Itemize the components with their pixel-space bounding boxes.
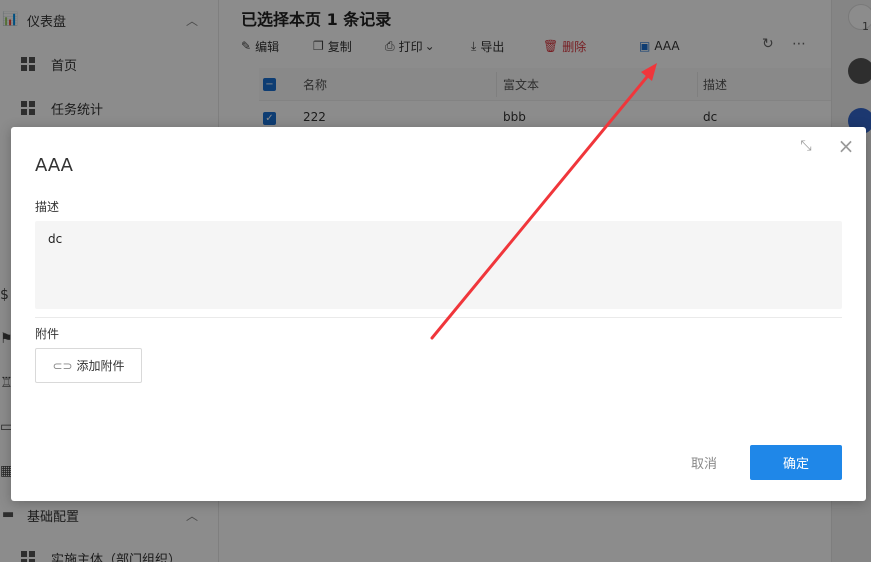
confirm-button[interactable]: 确定 (750, 445, 842, 480)
dialog-title: AAA (35, 155, 73, 176)
cancel-button[interactable]: 取消 (675, 445, 733, 480)
collapse-icon[interactable]: ⤡ (797, 137, 815, 155)
aaa-dialog: AAA ⤡ × 描述 dc 附件 ⊂⊃ 添加附件 取消 确定 (11, 127, 866, 501)
paperclip-icon: ⊂⊃ (52, 358, 73, 373)
add-attachment-label: 添加附件 (76, 359, 125, 373)
add-attachment-button[interactable]: ⊂⊃ 添加附件 (35, 348, 142, 383)
desc-field[interactable]: dc (35, 221, 842, 309)
close-icon[interactable]: × (836, 136, 856, 156)
divider (35, 317, 842, 318)
attachment-label: 附件 (35, 327, 60, 341)
desc-value: dc (48, 232, 63, 246)
desc-label: 描述 (35, 200, 60, 214)
